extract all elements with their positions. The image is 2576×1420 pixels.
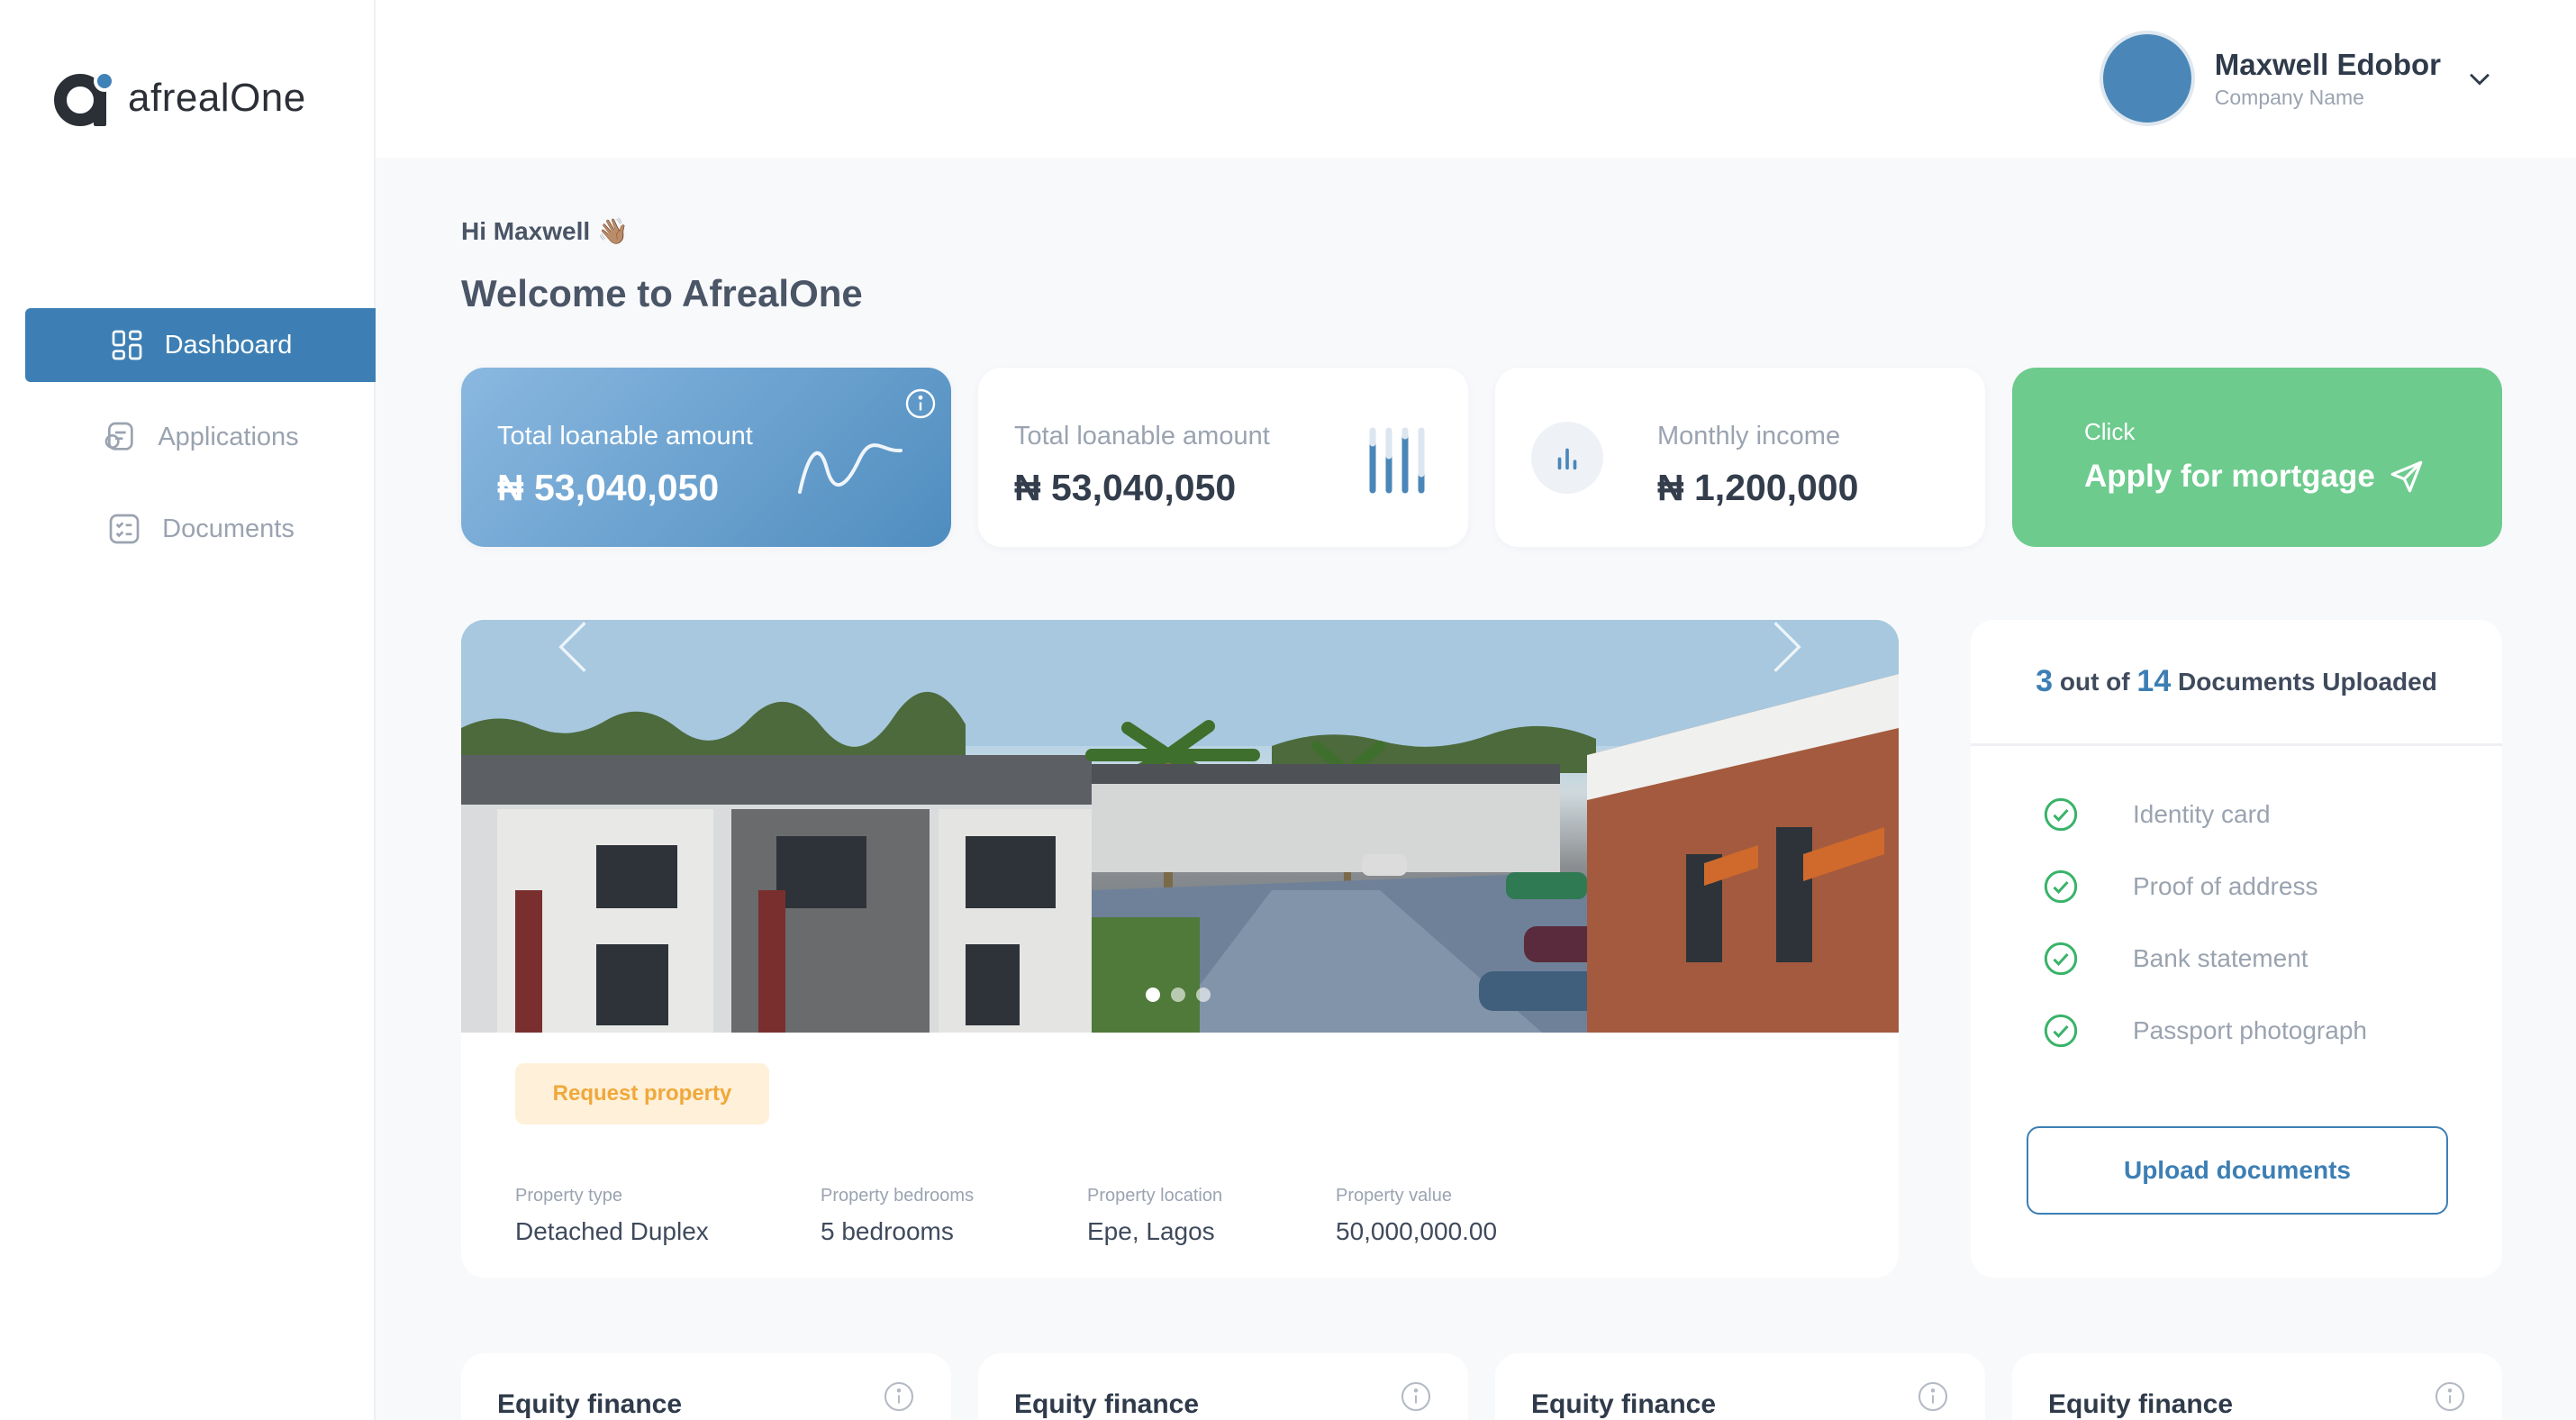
- property-location: Property location Epe, Lagos: [1087, 1186, 1222, 1246]
- stat-label: Total loanable amount: [1014, 422, 1270, 451]
- equity-finance-card[interactable]: Equity finance: [2012, 1353, 2502, 1420]
- documents-suffix: Documents Uploaded: [2178, 667, 2437, 696]
- card-title: Equity finance: [1014, 1389, 1200, 1419]
- property-card: Request property Property type Detached …: [461, 620, 1899, 1278]
- detail-key: Property value: [1336, 1186, 1452, 1206]
- document-item: Identity card: [2043, 796, 2271, 833]
- carousel-next-icon[interactable]: [1769, 620, 1805, 674]
- info-icon[interactable]: [1400, 1380, 1432, 1413]
- chevron-down-icon[interactable]: [2464, 63, 2495, 94]
- sidebar-item-documents[interactable]: Documents: [25, 492, 376, 566]
- stat-value: ₦ 1,200,000: [1657, 467, 1859, 508]
- stat-label: Monthly income: [1657, 422, 1841, 451]
- apply-label: Apply for mortgage: [2084, 459, 2375, 494]
- documents-icon: [109, 514, 140, 544]
- stat-value: ₦ 53,040,050: [497, 467, 720, 508]
- equity-finance-card[interactable]: Equity finance: [461, 1353, 951, 1420]
- check-circle-icon: [2044, 797, 2078, 832]
- property-value: Property value 50,000,000.00: [1336, 1186, 1497, 1246]
- carousel-dot[interactable]: [1171, 988, 1185, 1002]
- info-icon[interactable]: [1917, 1380, 1949, 1413]
- document-label: Proof of address: [2133, 872, 2318, 900]
- stat-card-loanable-2: Total loanable amount ₦ 53,040,050: [978, 368, 1468, 547]
- check-circle-icon: [2044, 942, 2078, 976]
- top-bar: Maxwell Edobor Company Name: [376, 0, 2576, 158]
- documents-total-count: 14: [2136, 664, 2172, 698]
- detail-value: Epe, Lagos: [1087, 1217, 1215, 1245]
- logo[interactable]: afrealOne: [52, 67, 306, 130]
- detail-value: 50,000,000.00: [1336, 1217, 1498, 1245]
- card-title: Equity finance: [1531, 1389, 1717, 1419]
- equity-finance-card[interactable]: Equity finance: [1495, 1353, 1985, 1420]
- documents-card: 3 out of 14 Documents Uploaded Identity …: [1971, 620, 2502, 1278]
- greeting: Hi Maxwell 👋🏽: [461, 217, 629, 245]
- document-item: Bank statement: [2043, 941, 2308, 977]
- page-title: Welcome to AfrealOne: [461, 272, 863, 314]
- logo-text: afrealOne: [128, 76, 306, 120]
- request-property-button[interactable]: Request property: [515, 1063, 769, 1124]
- apply-hint: Click: [2084, 418, 2136, 445]
- detail-key: Property type: [515, 1186, 622, 1206]
- logo-mark-icon: [52, 67, 115, 130]
- sidebar-item-dashboard[interactable]: Dashboard: [25, 308, 376, 382]
- card-title: Equity finance: [2048, 1389, 2234, 1419]
- user-name: Maxwell Edobor: [2214, 47, 2441, 81]
- carousel-prev-icon[interactable]: [555, 620, 591, 674]
- avatar[interactable]: [2099, 31, 2195, 126]
- detail-value: Detached Duplex: [515, 1217, 709, 1245]
- property-image: [461, 620, 1899, 1033]
- sidebar-nav: Dashboard Applications Documents: [25, 308, 376, 584]
- dashboard-icon: [112, 330, 141, 360]
- info-icon[interactable]: [2434, 1380, 2466, 1413]
- stat-label: Total loanable amount: [497, 422, 753, 451]
- stat-card-income: Monthly income ₦ 1,200,000: [1495, 368, 1985, 547]
- documents-progress: 3 out of 14 Documents Uploaded: [1971, 620, 2502, 746]
- property-type: Property type Detached Duplex: [515, 1186, 709, 1246]
- info-icon[interactable]: [904, 387, 937, 420]
- document-label: Identity card: [2133, 800, 2271, 828]
- applications-icon: [104, 422, 133, 451]
- sidebar-item-label: Documents: [162, 514, 295, 543]
- document-item: Proof of address: [2043, 869, 2317, 905]
- sidebar: afrealOne Dashboard Applications Documen…: [0, 0, 376, 1420]
- income-chart-icon: [1531, 422, 1603, 494]
- card-title: Equity finance: [497, 1389, 683, 1419]
- detail-key: Property bedrooms: [821, 1186, 975, 1206]
- stat-card-loanable: Total loanable amount ₦ 53,040,050: [461, 368, 951, 547]
- sidebar-item-label: Dashboard: [164, 330, 293, 360]
- detail-key: Property location: [1087, 1186, 1223, 1206]
- apply-mortgage-button[interactable]: Click Apply for mortgage: [2012, 368, 2502, 547]
- documents-out-of: out of: [2059, 667, 2130, 696]
- stat-value: ₦ 53,040,050: [1014, 467, 1237, 508]
- sidebar-item-label: Applications: [158, 422, 299, 451]
- document-label: Passport photograph: [2133, 1016, 2367, 1044]
- bar-chart-icon: [1369, 427, 1425, 494]
- check-circle-icon: [2044, 1014, 2078, 1048]
- company-name: Company Name: [2214, 85, 2364, 109]
- info-icon[interactable]: [883, 1380, 915, 1413]
- carousel-dot[interactable]: [1146, 988, 1160, 1002]
- document-label: Bank statement: [2133, 944, 2308, 972]
- documents-uploaded-count: 3: [2036, 664, 2054, 698]
- sparkline-icon: [798, 443, 903, 494]
- property-bedrooms: Property bedrooms 5 bedrooms: [821, 1186, 974, 1246]
- check-circle-icon: [2044, 869, 2078, 904]
- document-item: Passport photograph: [2043, 1013, 2367, 1049]
- carousel-dot[interactable]: [1196, 988, 1211, 1002]
- upload-documents-button[interactable]: Upload documents: [2027, 1126, 2448, 1215]
- detail-value: 5 bedrooms: [821, 1217, 954, 1245]
- send-icon: [2390, 460, 2423, 493]
- user-menu[interactable]: Maxwell Edobor Company Name: [2099, 31, 2495, 126]
- equity-finance-card[interactable]: Equity finance: [978, 1353, 1468, 1420]
- carousel-dots: [1146, 988, 1211, 1002]
- sidebar-item-applications[interactable]: Applications: [25, 400, 376, 474]
